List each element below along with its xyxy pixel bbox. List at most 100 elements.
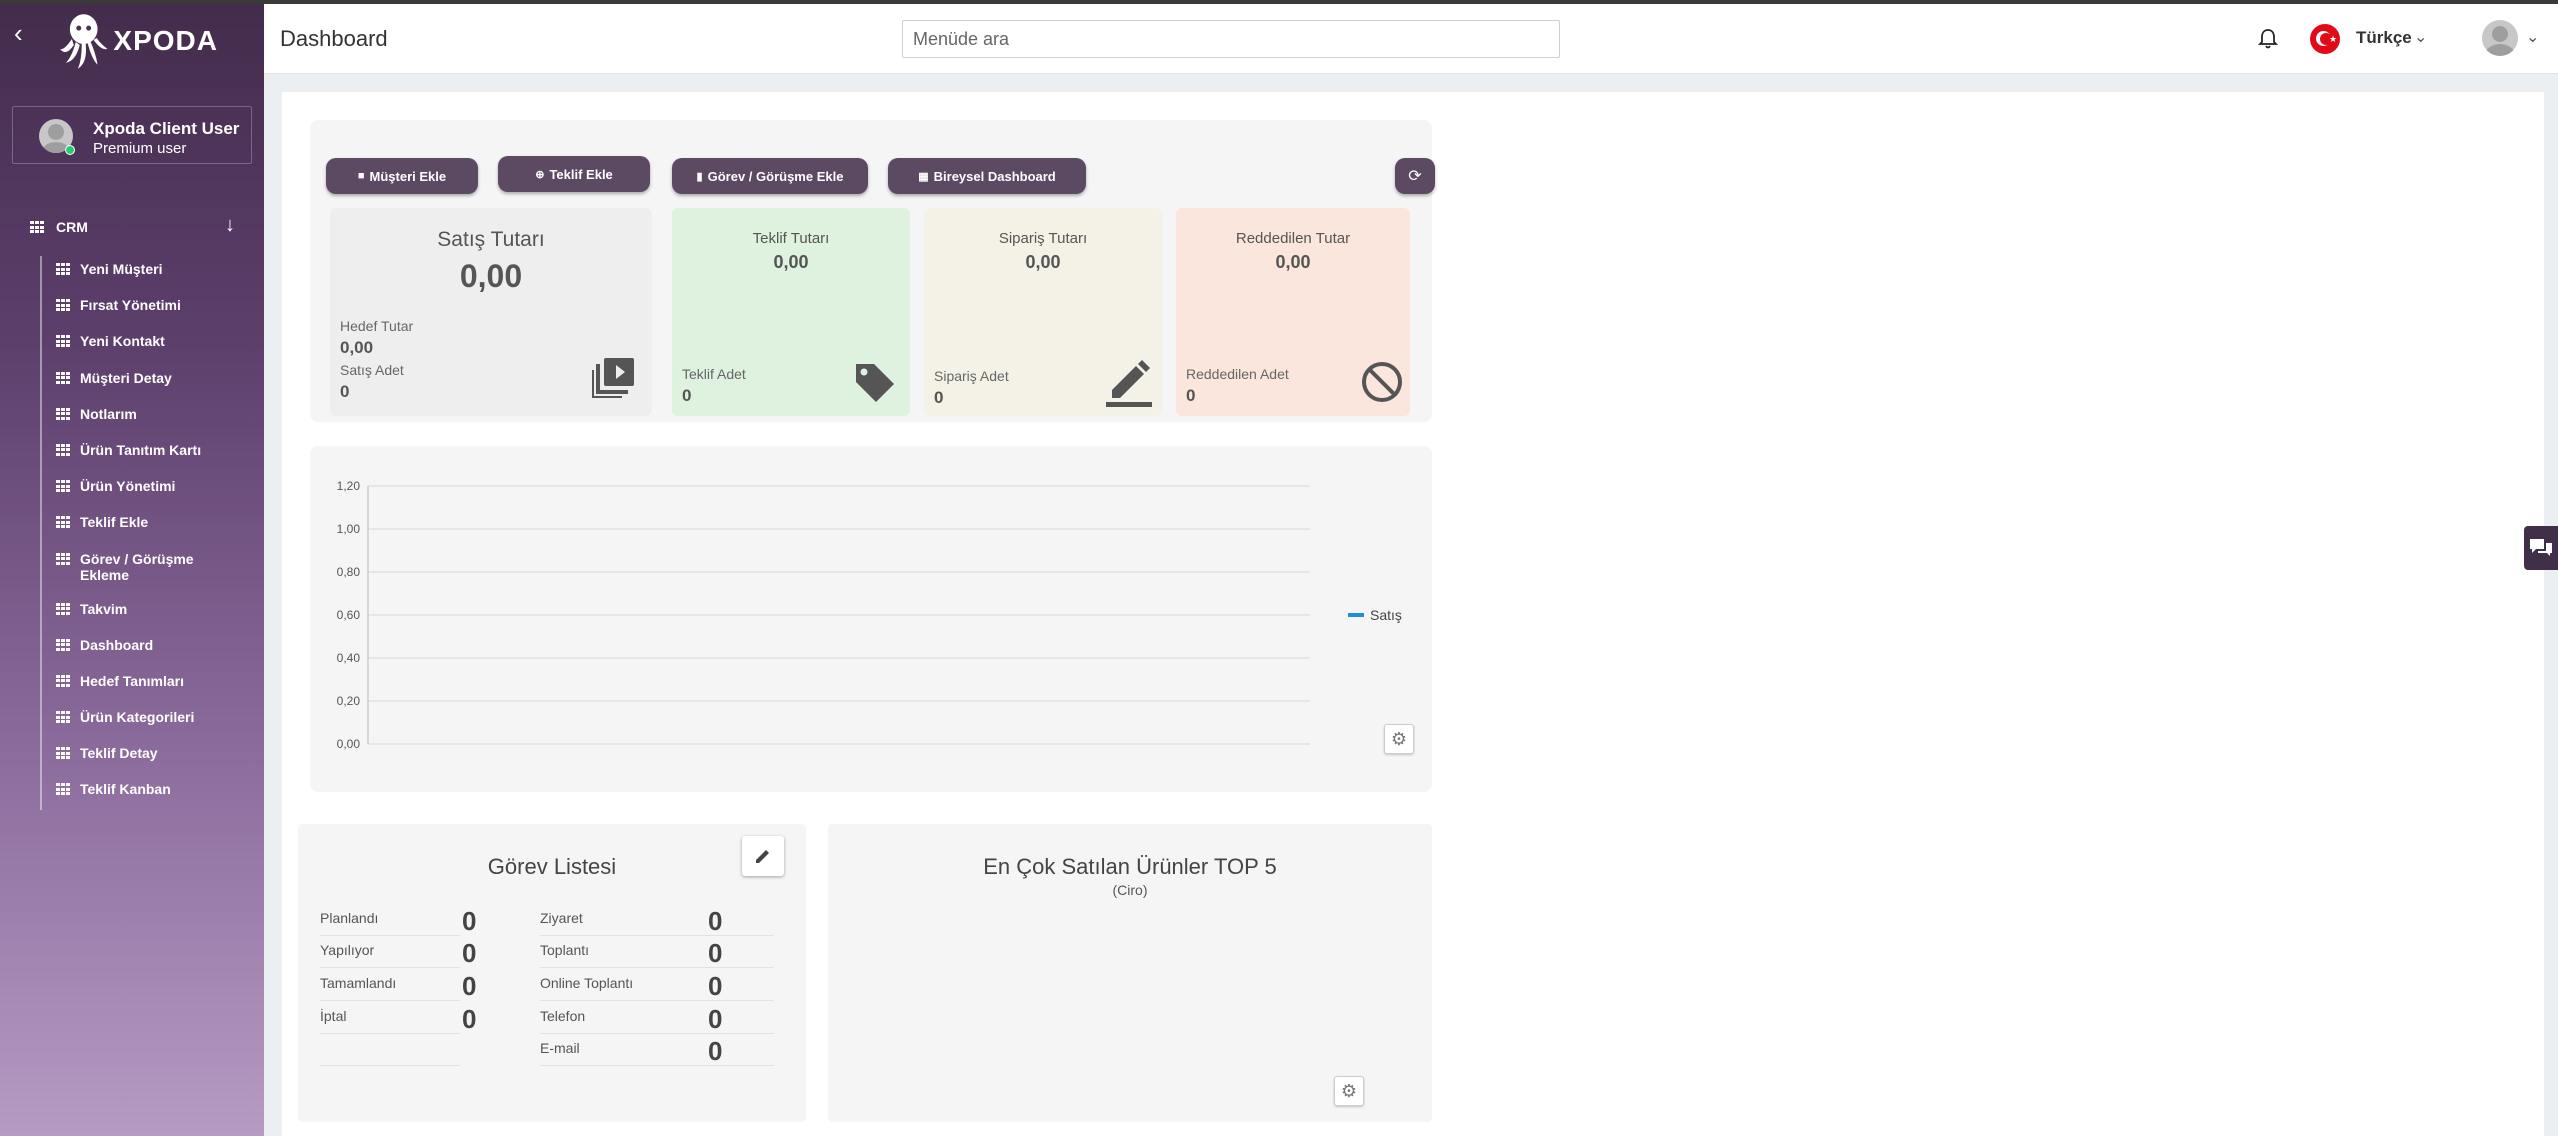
offer-count-value: 0 [682, 386, 692, 405]
plus-circle-icon: ⊕ [535, 168, 545, 181]
order-title: Sipariş Tutarı [998, 230, 1088, 247]
add-task-button[interactable]: ▮ Görev / Görüşme Ekle [672, 158, 868, 194]
task-status-value: 0 [462, 906, 477, 936]
task-type-value: 0 [708, 906, 723, 936]
chevron-down-icon[interactable]: ⌄ [2414, 27, 2427, 47]
top5-subtitle: (Ciro) [1112, 882, 1148, 898]
sidebar-item-takvim[interactable]: Takvim [56, 598, 256, 634]
task-status-label: İptal [320, 1008, 347, 1024]
video-library-icon [592, 358, 634, 398]
task-type-label: E-mail [540, 1040, 580, 1056]
task-row: Online Toplantı 0 [540, 969, 774, 1001]
legend-label[interactable]: Satış [1370, 607, 1402, 623]
sidebar-item-musteri-detay[interactable]: Müşteri Detay [56, 367, 256, 403]
chat-support-button[interactable] [2524, 526, 2558, 570]
octopus-logo-icon [59, 14, 108, 69]
add-offer-label: Teklif Ekle [549, 166, 613, 182]
rejected-count-value: 0 [1186, 386, 1196, 405]
y-tick-label: 0,60 [337, 608, 361, 622]
sidebar-item-label: Teklif Kanban [80, 781, 171, 798]
sidebar-item-label: Teklif Detay [80, 745, 158, 762]
profile-avatar[interactable] [2482, 20, 2518, 56]
sidebar-item-teklif-ekle[interactable]: Teklif Ekle [56, 511, 256, 547]
sidebar-item-urun-kategorileri[interactable]: Ürün Kategorileri [56, 706, 256, 742]
task-row: E-mail 0 [540, 1034, 774, 1066]
grid-icon [56, 407, 70, 420]
task-type-value: 0 [708, 1004, 723, 1034]
personal-dashboard-button[interactable]: ▦ Bireysel Dashboard [888, 158, 1086, 194]
sidebar-item-teklif-kanban[interactable]: Teklif Kanban [56, 778, 256, 814]
task-list-title: Görev Listesi [487, 854, 617, 879]
y-tick-label: 0,80 [337, 565, 361, 579]
chat-icon [2530, 539, 2552, 556]
sales-count-value: 0 [340, 382, 350, 401]
grid-icon [56, 371, 70, 384]
grid-icon [56, 783, 70, 796]
y-tick-label: 0,00 [337, 737, 361, 751]
task-type-label: Telefon [540, 1008, 586, 1024]
sidebar-item-label: Dashboard [80, 636, 154, 653]
legend-swatch[interactable] [1348, 613, 1364, 617]
personal-dashboard-label: Bireysel Dashboard [933, 168, 1056, 184]
top5-title: En Çok Satılan Ürünler TOP 5 [983, 854, 1277, 879]
add-task-label: Görev / Görüşme Ekle [707, 168, 844, 184]
sidebar-item-notlarim[interactable]: Notlarım [56, 403, 256, 439]
refresh-icon: ⟳ [1408, 168, 1422, 185]
add-customer-button[interactable]: ■ Müşteri Ekle [326, 158, 478, 194]
sidebar-item-urun-tanitim-karti[interactable]: Ürün Tanıtım Kartı [56, 439, 256, 475]
sidebar-item-yeni-musteri[interactable]: Yeni Müşteri [56, 258, 256, 294]
turkish-flag-icon[interactable]: ★ [2310, 24, 2340, 54]
offer-value: 0,00 [773, 252, 809, 272]
task-row: İptal 0 [320, 1002, 476, 1034]
sidebar-item-teklif-detay[interactable]: Teklif Detay [56, 742, 256, 778]
grid-icon [56, 516, 70, 529]
sidebar-item-firsat-yonetimi[interactable]: Fırsat Yönetimi [56, 294, 256, 330]
add-offer-button[interactable]: ⊕ Teklif Ekle [498, 156, 650, 192]
rejected-title: Reddedilen Tutar [1235, 230, 1351, 247]
sidebar-item-hedef-tanimlari[interactable]: Hedef Tanımları [56, 670, 256, 706]
collapse-sidebar-icon[interactable]: ‹ [14, 20, 38, 46]
order-count-label: Sipariş Adet [934, 368, 1009, 384]
task-type-value: 0 [708, 1036, 723, 1066]
user-role: Premium user [93, 140, 187, 157]
task-status-label: Planlandı [320, 910, 379, 926]
order-card: Sipariş Tutarı 0,00 Sipariş Adet 0 [924, 208, 1162, 416]
language-selector[interactable]: Türkçe [2356, 28, 2412, 48]
sales-chart-panel: 0,00 0,20 0,40 0,60 0,80 1,00 1,20 Satış ⚙ [310, 446, 1432, 792]
sidebar-item-yeni-kontakt[interactable]: Yeni Kontakt [56, 330, 256, 366]
task-row: Toplantı 0 [540, 936, 774, 968]
grid-icon [56, 263, 70, 275]
task-row: Tamamlandı 0 [320, 969, 476, 1001]
sidebar-item-label: Hedef Tanımları [80, 672, 184, 689]
menu-tree-line [40, 256, 42, 810]
grid-icon [56, 299, 70, 312]
sales-title: Satış Tutarı [437, 228, 545, 251]
sidebar-item-dashboard[interactable]: Dashboard [56, 634, 256, 670]
sidebar-section-crm[interactable]: CRM ↓ [30, 212, 235, 242]
user-card[interactable]: Xpoda Client User Premium user [12, 106, 252, 164]
sidebar-item-label: Görev / Görüşme Ekleme [80, 550, 194, 583]
grid-small-icon: ▦ [918, 170, 929, 183]
sidebar-menu: Yeni Müşteri Fırsat Yönetimi Yeni Kontak… [56, 258, 256, 815]
sidebar-item-gorev-gorusme-ekleme[interactable]: Görev / Görüşme Ekleme [56, 548, 256, 598]
offer-count-label: Teklif Adet [682, 366, 746, 382]
sidebar-item-urun-yonetimi[interactable]: Ürün Yönetimi [56, 475, 256, 511]
sidebar-item-label: Teklif Ekle [80, 514, 149, 531]
chevron-down-icon[interactable]: ⌄ [2526, 27, 2539, 47]
bell-icon[interactable] [2258, 28, 2278, 50]
grid-icon [56, 480, 70, 493]
brand-logo[interactable]: XPODA [58, 10, 218, 72]
task-type-label: Online Toplantı [540, 975, 634, 991]
sidebar-item-label: Yeni Müşteri [80, 261, 163, 277]
task-status-value: 0 [462, 971, 477, 1001]
block-icon [1362, 362, 1402, 402]
top5-settings-button[interactable]: ⚙ [1334, 1076, 1364, 1106]
gear-icon: ⚙ [1340, 1080, 1358, 1101]
refresh-button[interactable]: ⟳ [1395, 158, 1435, 194]
summary-panel: ■ Müşteri Ekle ⊕ Teklif Ekle ▮ Görev / Görü… [310, 120, 1435, 422]
menu-search-input[interactable] [902, 20, 1560, 58]
edit-task-list-button[interactable] [742, 836, 784, 876]
task-type-value: 0 [708, 971, 723, 1001]
chart-settings-button[interactable]: ⚙ [1384, 724, 1414, 754]
sidebar-item-label: Yeni Kontakt [80, 333, 165, 350]
